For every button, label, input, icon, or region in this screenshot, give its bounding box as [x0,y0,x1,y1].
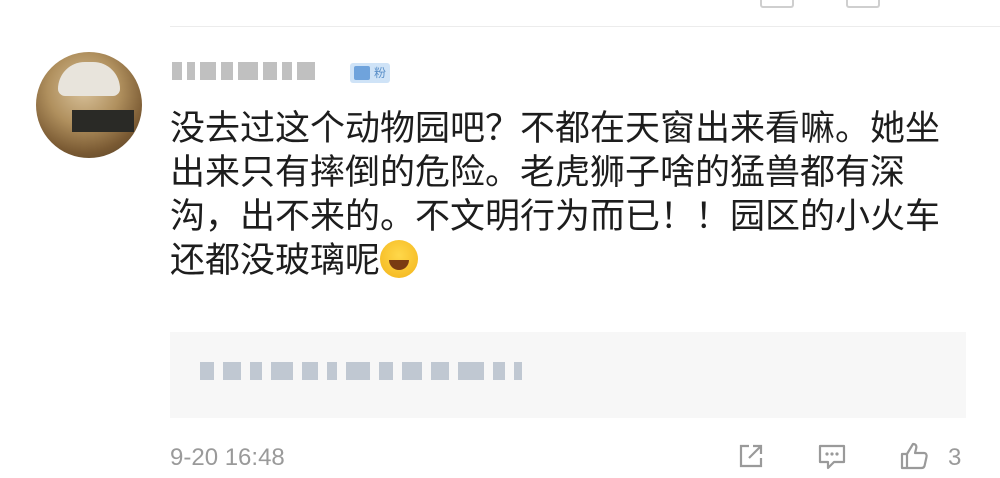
avatar-glasses [72,110,134,132]
thumbs-up-icon[interactable] [898,440,930,472]
laughing-tears-emoji-icon [380,240,419,278]
username-pixelated[interactable] [172,58,348,84]
previous-reply-icon [760,0,794,8]
divider [170,26,1000,27]
comment-text: 没去过这个动物园吧？不都在天窗出来看嘛。她坐出来只有摔倒的危险。老虎狮子啥的猛兽… [170,109,941,281]
fan-badge-label: 粉 [374,66,387,80]
fan-badge: 粉 [350,63,391,83]
previous-comment-actions [760,0,880,8]
like-count: 3 [948,444,962,471]
quoted-reply-pixelated [200,362,522,380]
avatar[interactable] [36,52,142,158]
avatar-hat [58,62,120,96]
comment-body: 没去过这个动物园吧？不都在天窗出来看嘛。她坐出来只有摔倒的危险。老虎狮子啥的猛兽… [170,107,960,283]
share-icon[interactable] [735,440,767,472]
timestamp: 9-20 16:48 [170,444,285,471]
comment-icon[interactable] [816,440,848,472]
fan-badge-icon [354,66,370,80]
previous-like-icon [846,0,880,8]
quoted-reply-box[interactable] [170,332,966,418]
